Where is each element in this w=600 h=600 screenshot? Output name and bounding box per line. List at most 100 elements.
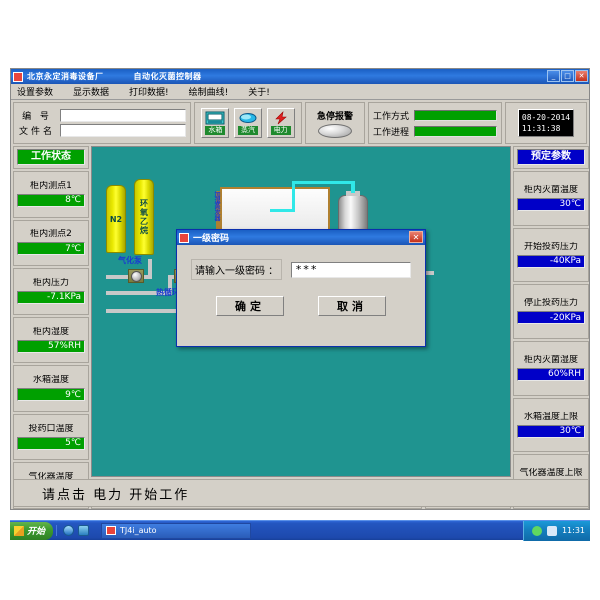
minimize-button[interactable]: _ (547, 70, 560, 82)
preset-params-title: 预定参数 (517, 149, 585, 165)
panel-value: 30℃ (517, 197, 585, 211)
menu-item-display-data[interactable]: 显示数据 (71, 84, 111, 99)
task-app-icon (106, 526, 117, 535)
dialog-titlebar[interactable]: 一级密码 ✕ (177, 230, 425, 245)
close-button[interactable]: ✕ (575, 70, 588, 82)
panel-label: 水箱温度上限 (523, 411, 578, 422)
windows-flag-icon (14, 525, 24, 536)
panel-label: 停止投药压力 (523, 298, 578, 309)
start-button[interactable]: 开始 (10, 521, 54, 540)
emergency-stop-group[interactable]: 急停报警 (305, 102, 365, 144)
dialog-title: 一级密码 (193, 234, 230, 244)
panel-label: 投药口温度 (28, 423, 74, 434)
work-mode-display (414, 109, 497, 121)
menu-item-print-data[interactable]: 打印数据! (127, 84, 171, 99)
panel-cabinet-point2: 柜内测点2 7℃ (13, 219, 89, 267)
panel-value: 8℃ (17, 193, 85, 207)
panel-value: 7℃ (17, 242, 85, 256)
panel-sterilize-humidity: 柜内灭菌湿度 60%RH (513, 341, 589, 396)
work-progress-display (414, 125, 497, 137)
emergency-stop-lamp[interactable] (318, 123, 352, 138)
panel-value: 5℃ (17, 436, 85, 450)
taskbar-window-label: TJ4i_auto (120, 526, 157, 535)
date-text: 08-20-2014 (521, 113, 571, 122)
panel-label: 柜内压力 (32, 277, 69, 288)
browser-icon[interactable] (63, 525, 75, 536)
power-button[interactable]: 电力 (266, 108, 295, 138)
panel-value: -20KPa (517, 311, 585, 325)
window-title-company: 北京永定消毒设备厂 (27, 72, 104, 81)
steam-caption: 蒸汽 (237, 126, 258, 135)
panel-cabinet-humidity: 柜内湿度 57%RH (13, 316, 89, 364)
panel-cabinet-pressure: 柜内压力 -7.1KPa (13, 268, 89, 315)
panel-water-temp-limit: 水箱温度上限 30℃ (513, 397, 589, 453)
folder-icon[interactable] (78, 525, 90, 536)
cylinder-eto: 环氧乙烷 (134, 179, 154, 255)
maximize-button[interactable]: □ (561, 70, 574, 82)
panel-label: 气化器温度上限 (519, 468, 583, 479)
datetime-display: 08-20-2014 11:31:38 (517, 109, 575, 137)
panel-value: -7.1KPa (17, 290, 85, 304)
preset-params-header: 预定参数 (513, 146, 589, 169)
panel-water-tank-temp: 水箱温度 9℃ (13, 365, 89, 412)
cyan-pipe-left (270, 209, 295, 212)
vaporizing-pump (128, 269, 144, 283)
tray-status-icon[interactable] (531, 525, 542, 536)
start-button-label: 开始 (27, 527, 46, 537)
app-icon (13, 71, 23, 82)
work-progress-label: 工作进程 (373, 127, 410, 138)
pipe-vapor-riser (148, 259, 152, 279)
filename-row: 文件名 (18, 124, 186, 137)
water-tank-button[interactable]: 水箱 (201, 108, 230, 138)
humidifier-label: 加湿蒸发器 (213, 191, 220, 221)
window-controls: _ □ ✕ (547, 70, 588, 82)
menu-item-about[interactable]: 关于! (246, 84, 272, 99)
dialog-icon (179, 232, 189, 243)
panel-label: 开始投药压力 (523, 241, 578, 252)
panel-dose-stop-pressure: 停止投药压力 -20KPa (513, 284, 589, 340)
id-input[interactable] (60, 109, 186, 122)
dialog-close-icon[interactable]: ✕ (409, 231, 423, 243)
password-input[interactable]: *** (291, 261, 411, 278)
panel-label: 柜内湿度 (32, 326, 69, 337)
panel-label: 水箱温度 (32, 375, 69, 386)
left-sidebar: 工作状态 柜内测点1 8℃ 柜内测点2 7℃ 柜内压力 -7.1KPa 柜内湿度… (13, 146, 89, 510)
filename-label: 文件名 (18, 127, 55, 137)
water-tank-icon (205, 111, 225, 125)
cyan-pipe-top (292, 181, 354, 184)
filename-input[interactable] (60, 124, 186, 137)
emergency-stop-label: 急停报警 (316, 111, 353, 122)
id-label: 编 号 (22, 112, 52, 122)
panel-label: 柜内灭菌湿度 (523, 354, 578, 365)
status-prompt-bar: 请点击 电力 开始工作 (13, 479, 589, 507)
window-titlebar[interactable]: 北京永定消毒设备厂 自动化灭菌控制器 _ □ ✕ (11, 69, 589, 84)
steam-button[interactable]: 蒸汽 (233, 108, 262, 138)
application-window: 北京永定消毒设备厂 自动化灭菌控制器 _ □ ✕ 设置参数 显示数据 打印数据!… (10, 68, 590, 510)
panel-value: -40KPa (517, 254, 585, 268)
datetime-group: 08-20-2014 11:31:38 (505, 102, 587, 144)
right-sidebar: 预定参数 柜内灭菌温度 30℃ 开始投药压力 -40KPa 停止投药压力 -20… (513, 146, 589, 510)
desktop: 北京永定消毒设备厂 自动化灭菌控制器 _ □ ✕ 设置参数 显示数据 打印数据!… (0, 0, 600, 600)
work-progress-row: 工作进程 (373, 125, 497, 138)
cylinder-n2: N2 (106, 185, 126, 253)
menu-item-draw-curve[interactable]: 绘制曲线! (187, 84, 231, 99)
dialog-body: 请输入一级密码 ： *** 确定 取消 (177, 245, 425, 316)
dialog-ok-button[interactable]: 确定 (216, 296, 284, 316)
identification-group: 编 号 文件名 (13, 102, 191, 144)
vaporizing-pump-label: 气化泵 (118, 256, 142, 265)
panel-value: 60%RH (517, 367, 585, 381)
quick-launch-bar (56, 525, 95, 536)
menu-item-settings[interactable]: 设置参数 (15, 84, 55, 99)
tray-clock: 11:31 (561, 526, 585, 535)
dialog-cancel-button[interactable]: 取消 (318, 296, 386, 316)
tray-volume-icon[interactable] (546, 525, 557, 536)
work-mode-row: 工作方式 (373, 109, 497, 122)
water-tank-caption: 水箱 (205, 126, 226, 135)
work-status-header: 工作状态 (13, 146, 89, 169)
panel-value: 30℃ (517, 424, 585, 438)
taskbar-window-button[interactable]: TJ4i_auto (101, 522, 252, 539)
panel-dose-start-pressure: 开始投药压力 -40KPa (513, 227, 589, 283)
panel-cabinet-point1: 柜内测点1 8℃ (13, 171, 89, 218)
time-text: 11:31:38 (521, 124, 561, 133)
password-dialog: 一级密码 ✕ 请输入一级密码 ： *** 确定 取消 (176, 229, 426, 347)
